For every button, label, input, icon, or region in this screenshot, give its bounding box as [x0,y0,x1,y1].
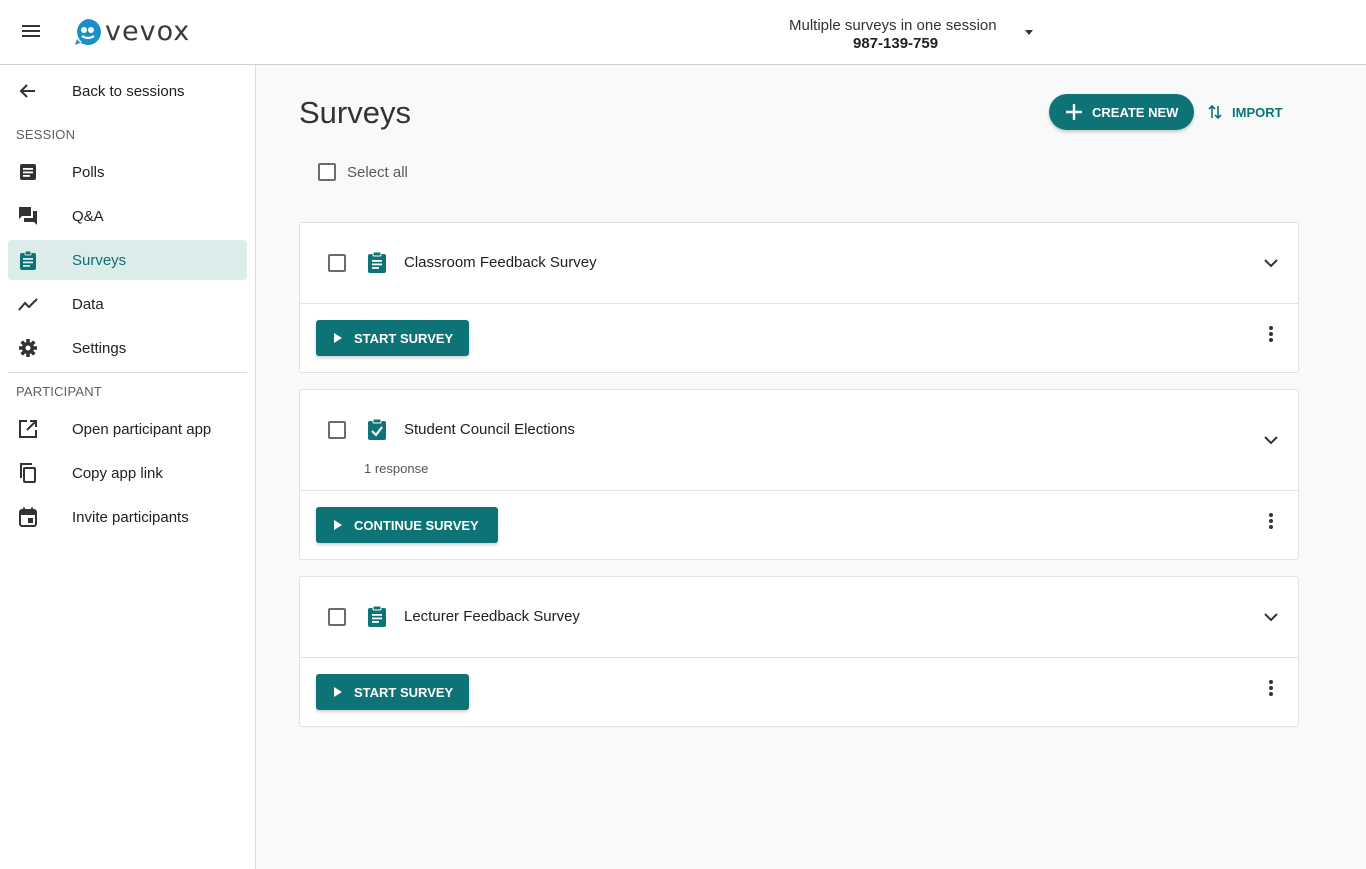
sidebar-item-qa[interactable]: Q&A [8,196,247,236]
select-all-label: Select all [347,164,408,181]
start-survey-button[interactable]: START SURVEY [316,320,469,356]
survey-card-header[interactable]: Lecturer Feedback Survey [300,577,1298,658]
play-icon [334,333,342,343]
survey-checkbox[interactable] [328,421,346,439]
checkbox[interactable] [318,163,336,181]
more-options-icon[interactable] [1260,324,1280,344]
participant-section-heading: PARTICIPANT [16,384,102,399]
open-external-icon [19,420,37,438]
survey-title: Lecturer Feedback Survey [404,608,580,625]
chevron-down-icon[interactable] [1263,612,1279,622]
session-name: Multiple surveys in one session [789,17,997,34]
plus-icon [1066,104,1082,120]
sidebar-item-open-participant-app[interactable]: Open participant app [8,409,247,449]
survey-clipboard-icon [368,605,386,627]
arrow-back-icon [19,84,35,98]
survey-card-header[interactable]: Classroom Feedback Survey [300,223,1298,304]
survey-card: Student Council Elections 1 response CON… [299,389,1299,560]
back-to-sessions-link[interactable]: Back to sessions [8,71,247,111]
survey-card-header[interactable]: Student Council Elections 1 response [300,390,1298,491]
import-label: IMPORT [1232,105,1283,120]
survey-clipboard-icon [368,251,386,273]
play-icon [334,520,342,530]
survey-card: Classroom Feedback Survey START SURVEY [299,222,1299,373]
qa-icon [19,207,37,225]
sidebar-item-copy-app-link[interactable]: Copy app link [8,453,247,493]
top-bar: vevox Multiple surveys in one session 98… [0,0,1366,65]
survey-card: Lecturer Feedback Survey START SURVEY [299,576,1299,727]
polls-icon [20,164,36,180]
hamburger-menu-icon[interactable] [22,22,46,42]
play-icon [334,687,342,697]
page-title: Surveys [299,95,411,130]
action-label: START SURVEY [354,331,454,346]
brand-name: vevox [105,16,191,47]
sidebar-item-invite-participants[interactable]: Invite participants [8,497,247,537]
chevron-down-icon[interactable] [1263,435,1279,445]
session-section-heading: SESSION [16,127,76,142]
sidebar-item-label: Open participant app [72,420,212,438]
sidebar-item-label: Data [72,295,104,313]
caret-down-icon [1025,30,1033,35]
response-count: 1 response [364,461,429,476]
sidebar-item-label: Surveys [72,251,127,269]
sidebar-item-settings[interactable]: Settings [8,328,247,368]
session-switcher[interactable]: Multiple surveys in one session 987-139-… [760,16,1060,54]
create-new-button[interactable]: CREATE NEW [1049,94,1194,130]
survey-title: Classroom Feedback Survey [404,254,597,271]
action-label: START SURVEY [354,685,454,700]
sidebar-item-label: Polls [72,163,105,181]
back-to-sessions-label: Back to sessions [72,82,185,100]
sidebar-item-label: Settings [72,339,127,357]
sidebar-item-data[interactable]: Data [8,284,247,324]
survey-title: Student Council Elections [404,421,575,438]
action-label: CONTINUE SURVEY [354,518,479,533]
sidebar-item-label: Copy app link [72,464,163,482]
calendar-icon [19,507,37,527]
vevox-logo-mark-icon [75,19,101,45]
create-new-label: CREATE NEW [1092,105,1179,120]
sidebar-item-label: Invite participants [72,508,189,526]
sidebar-item-label: Q&A [72,207,104,225]
more-options-icon[interactable] [1260,678,1280,698]
survey-checkbox[interactable] [328,608,346,626]
data-icon [18,298,38,311]
surveys-icon [20,250,36,270]
continue-survey-button[interactable]: CONTINUE SURVEY [316,507,498,543]
sidebar-divider [8,372,247,373]
vevox-logo[interactable]: vevox [74,18,190,46]
session-code: 987-139-759 [853,35,939,52]
survey-clipboard-check-icon [368,418,386,440]
gear-icon [19,339,37,357]
sidebar: Back to sessions SESSION Polls Q&A Surve… [0,65,256,869]
chevron-down-icon[interactable] [1263,258,1279,268]
more-options-icon[interactable] [1260,511,1280,531]
survey-checkbox[interactable] [328,254,346,272]
sidebar-item-polls[interactable]: Polls [8,152,247,192]
start-survey-button[interactable]: START SURVEY [316,674,469,710]
import-sort-icon [1208,104,1222,120]
copy-icon [20,463,36,483]
sidebar-item-surveys[interactable]: Surveys [8,240,247,280]
